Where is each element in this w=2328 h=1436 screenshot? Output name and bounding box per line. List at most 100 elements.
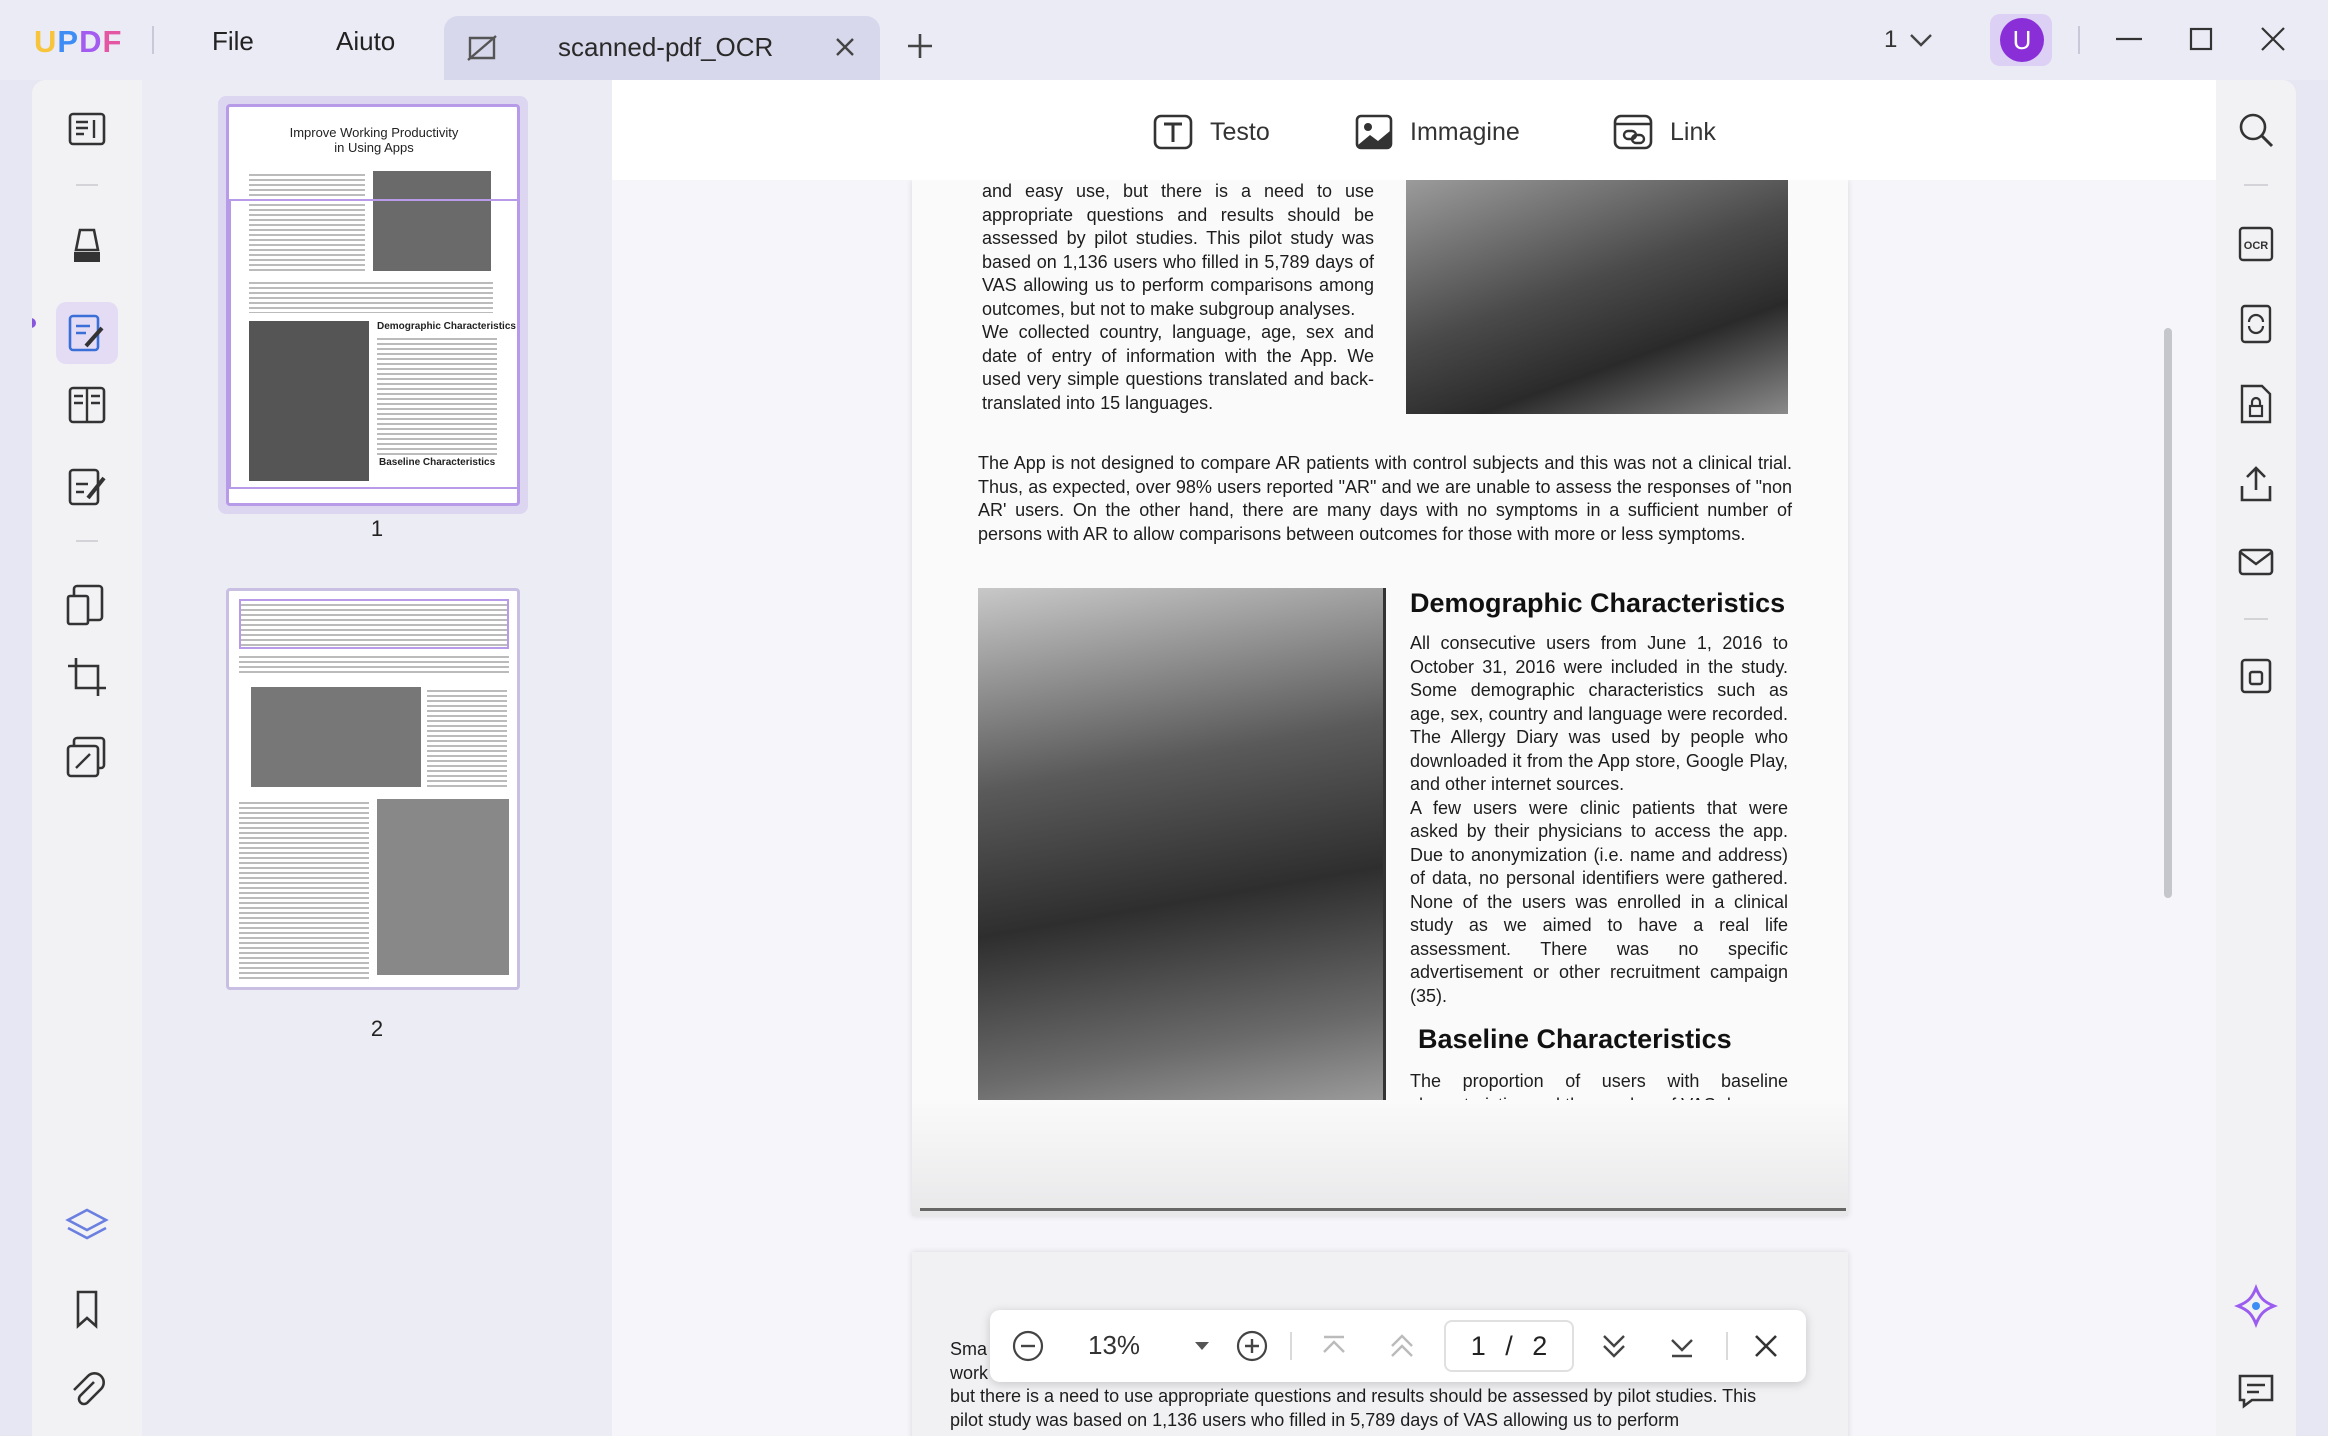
new-tab-icon[interactable] [904,30,936,67]
share-icon[interactable] [2234,462,2278,506]
section-text: All consecutive users from June 1, 2016 … [1410,632,1788,1008]
thumb-title-line-2: in Using Apps [334,140,414,155]
divider [1290,1332,1292,1360]
thumb-title: Improve Working Productivity in Using Ap… [249,125,499,155]
active-indicator [32,318,36,328]
page-thumbnail-1[interactable]: Improve Working Productivity in Using Ap… [226,104,520,506]
page-organize-icon[interactable] [64,382,110,428]
svg-text:OCR: OCR [2244,240,2269,252]
divider [76,540,98,542]
add-text-label: Testo [1210,117,1270,146]
zoom-in-icon[interactable] [1234,1328,1270,1369]
paragraph: All consecutive users from June 1, 2016 … [1410,633,1788,794]
menu-help[interactable]: Aiuto [336,26,395,57]
close-tab-icon[interactable] [830,32,860,67]
thumb-text-block [239,653,509,673]
thumbnail-label-2: 2 [370,1016,384,1041]
chevron-down-icon[interactable] [1908,30,1934,55]
text-line: but there is a need to use appropriate q… [950,1386,1757,1406]
window-selector-label[interactable]: 1 [1884,26,1897,54]
comments-icon[interactable] [2234,1368,2278,1412]
right-toolbar: OCR [2216,80,2296,1436]
meeting-photo [978,588,1386,1112]
document-tab[interactable]: scanned-pdf_OCR [444,16,880,80]
page-separator: / [1505,1331,1513,1361]
ocr-icon[interactable]: OCR [2234,222,2278,266]
page-shadow [912,1100,1848,1216]
vertical-scrollbar[interactable] [2164,328,2172,898]
visible-area-frame [229,199,517,489]
previous-page-icon[interactable] [1384,1328,1420,1369]
crop-icon[interactable] [64,654,110,700]
total-pages: 2 [1532,1331,1548,1361]
avatar[interactable]: U [1990,14,2052,66]
bookmark-icon[interactable] [64,1286,110,1332]
divider [2078,26,2080,54]
zoom-out-icon[interactable] [1010,1328,1046,1369]
paragraph: and easy use, but there is a need to use… [982,181,1374,319]
layers-icon[interactable] [64,1204,110,1250]
thumbnail-label-1: 1 [370,516,384,541]
minimize-icon[interactable] [2112,22,2146,61]
title-bar: UPDF File Aiuto scanned-pdf_OCR 1 U [0,0,2328,80]
next-page-icon[interactable] [1596,1328,1632,1369]
thumb-title-line-1: Improve Working Productivity [289,125,459,140]
divider [2244,618,2268,620]
form-icon[interactable] [64,464,110,510]
paragraph: A few users were clinic patients that we… [1410,797,1788,1006]
tab-document-icon [464,30,500,71]
document-viewer[interactable]: and easy use, but there is a need to use… [612,80,2216,1436]
menu-file[interactable]: File [212,26,254,57]
close-zoom-bar-icon[interactable] [1748,1328,1784,1369]
close-window-icon[interactable] [2256,22,2290,61]
divider [76,184,98,186]
current-page: 1 [1470,1331,1486,1361]
reader-icon[interactable] [64,106,110,152]
save-icon[interactable] [2234,654,2278,698]
ai-assistant-icon[interactable] [2233,1283,2279,1329]
divider [2244,184,2268,186]
app-window: Improve Working Productivity in Using Ap… [32,80,2296,1436]
add-image-button[interactable]: Immagine [1354,110,1520,154]
zoom-navigation-bar: 13% 1 / 2 [990,1310,1806,1382]
paragraph: We collected country, language, age, sex… [982,322,1374,413]
office-photo [1406,180,1788,414]
first-page-icon[interactable] [1316,1328,1352,1369]
text-line: pilot study was based on 1,136 users who… [950,1409,1680,1430]
protect-icon[interactable] [2234,382,2278,426]
last-page-icon[interactable] [1664,1328,1700,1369]
add-link-label: Link [1670,117,1716,146]
logo-letter-f: F [102,24,123,59]
logo-letter-d: D [79,24,103,59]
compress-icon[interactable] [64,734,110,780]
zoom-level[interactable]: 13% [1088,1330,1140,1361]
column-text: and easy use, but there is a need to use… [982,180,1374,415]
thumb-text-block [239,599,509,649]
page-thumbnail-2[interactable] [226,588,520,990]
zoom-dropdown-icon[interactable] [1192,1336,1212,1361]
convert-pdf-icon[interactable] [64,582,110,628]
divider [152,26,154,54]
comment-highlighter-icon[interactable] [64,222,110,268]
divider [1726,1332,1728,1360]
text-tool-icon [1153,114,1193,150]
search-icon[interactable] [2234,108,2278,152]
maximize-icon[interactable] [2184,22,2218,61]
add-link-button[interactable]: Link [1612,110,1716,154]
add-text-button[interactable]: Testo [1152,110,1270,154]
link-icon [1613,114,1653,150]
edit-pdf-icon[interactable] [64,310,110,356]
email-icon[interactable] [2234,540,2278,584]
pdf-page-1: and easy use, but there is a need to use… [912,180,1848,1216]
updf-logo[interactable]: UPDF [34,24,122,60]
attachment-icon[interactable] [64,1368,110,1414]
tab-title: scanned-pdf_OCR [558,32,774,62]
thumbnail-panel: Improve Working Productivity in Using Ap… [142,80,612,1436]
paragraph: The App is not designed to compare AR pa… [978,453,1792,544]
thumb-text-block [239,799,369,979]
convert-icon[interactable] [2234,302,2278,346]
page-number-field[interactable]: 1 / 2 [1444,1320,1574,1372]
page-edge [920,1208,1846,1211]
thumb-image [251,687,421,787]
thumb-text-block [427,687,507,787]
